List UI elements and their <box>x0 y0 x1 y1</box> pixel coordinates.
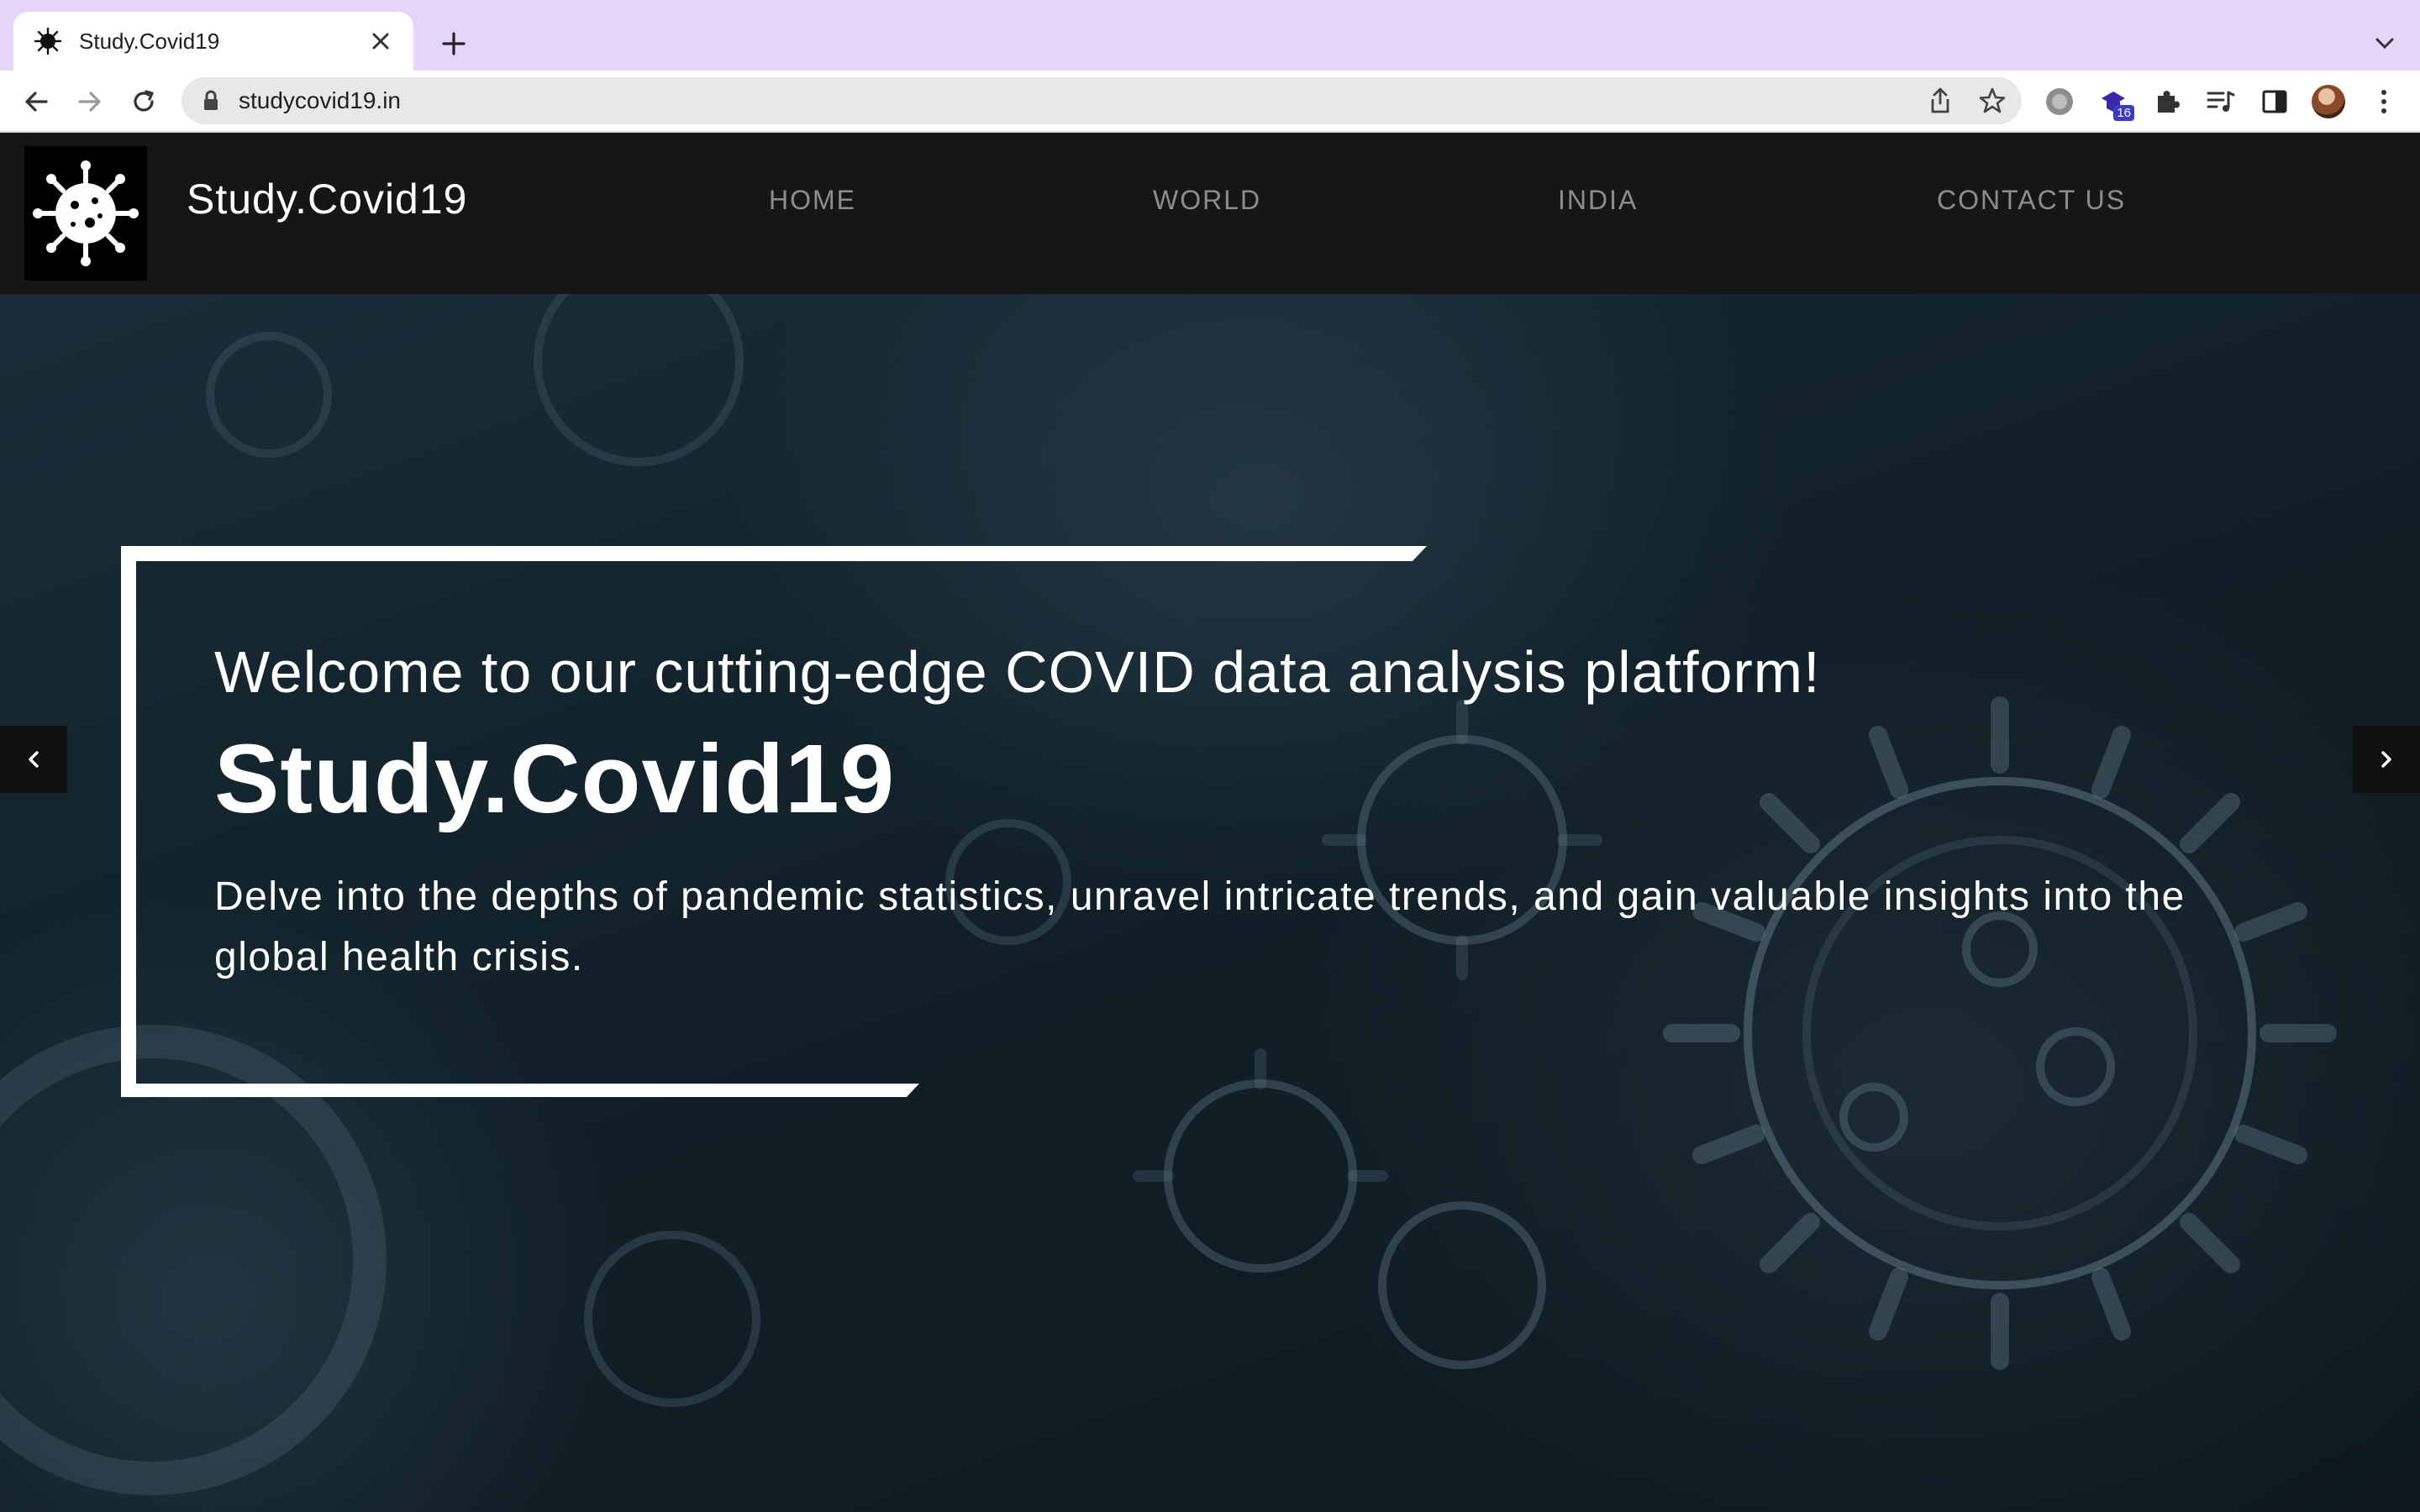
share-icon[interactable] <box>1928 87 1953 115</box>
avatar <box>2312 85 2345 118</box>
hero-frame-bottom <box>121 1084 919 1097</box>
tab-title: Study.Covid19 <box>79 28 220 54</box>
nav-contact-us[interactable]: CONTACT US <box>1937 185 2126 216</box>
extension-badge-count: 16 <box>2113 105 2134 121</box>
back-button[interactable] <box>17 82 55 121</box>
reload-icon <box>134 90 154 112</box>
speed-extension-icon[interactable] <box>2040 82 2079 121</box>
close-icon[interactable] <box>366 27 395 55</box>
extension-badge-icon[interactable]: 16 <box>2094 82 2134 121</box>
hero-description: Delve into the depths of pandemic statis… <box>214 874 2186 979</box>
nav-india[interactable]: INDIA <box>1558 185 1638 216</box>
hero-frame-top <box>121 546 1427 561</box>
extensions-puzzle-icon[interactable] <box>2148 82 2186 121</box>
address-bar[interactable]: studycovid19.in <box>182 77 2022 124</box>
star-icon[interactable] <box>1978 87 2007 115</box>
hero-welcome-text: Welcome to our cutting-edge COVID data a… <box>214 639 1821 705</box>
chevron-down-icon <box>2375 38 2394 50</box>
virus-icon <box>34 27 62 55</box>
reload-button[interactable] <box>124 82 163 121</box>
site-navbar: Study.Covid19 HOME WORLD INDIA CONTACT U… <box>0 133 2420 294</box>
chevron-left-icon <box>29 751 39 768</box>
side-panel-icon[interactable] <box>2255 82 2294 121</box>
nav-world[interactable]: WORLD <box>1153 185 1261 216</box>
browser-tab[interactable]: Study.Covid19 <box>13 12 413 71</box>
browser-tabstrip: Study.Covid19 <box>0 0 2420 71</box>
profile-avatar[interactable] <box>2309 82 2348 121</box>
browser-menu-button[interactable] <box>2365 82 2403 121</box>
arrow-right-icon <box>78 92 101 112</box>
carousel-prev-button[interactable] <box>0 726 67 793</box>
browser-toolbar: studycovid19.in 16 <box>0 71 2420 133</box>
forward-button[interactable] <box>71 82 109 121</box>
site-logo[interactable] <box>24 146 147 281</box>
new-tab-button[interactable] <box>435 25 472 62</box>
nav-home[interactable]: HOME <box>769 185 856 216</box>
chevron-right-icon <box>2381 751 2391 768</box>
url-text: studycovid19.in <box>239 87 402 113</box>
hero-frame-left <box>121 546 136 1097</box>
hero-carousel: Welcome to our cutting-edge COVID data a… <box>0 294 2420 1512</box>
lock-icon <box>204 90 218 110</box>
kebab-menu-icon <box>2381 90 2386 113</box>
tab-search-button[interactable] <box>2368 27 2402 60</box>
plus-icon <box>442 32 466 55</box>
site-brand[interactable]: Study.Covid19 <box>187 175 467 223</box>
arrow-left-icon <box>25 92 48 112</box>
hero-title: Study.Covid19 <box>214 724 896 833</box>
media-control-icon[interactable] <box>2202 82 2240 121</box>
virus-icon <box>33 160 139 266</box>
carousel-next-button[interactable] <box>2353 726 2420 793</box>
